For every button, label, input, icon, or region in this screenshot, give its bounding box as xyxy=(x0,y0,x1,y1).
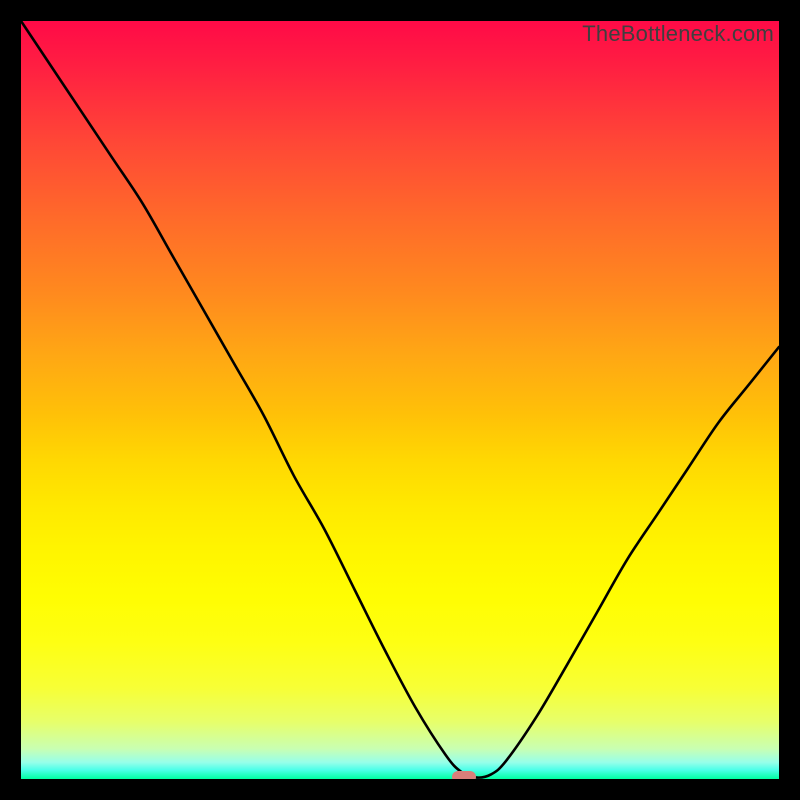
chart-outer-frame: TheBottleneck.com xyxy=(0,0,800,800)
bottleneck-curve xyxy=(21,21,779,779)
plot-area: TheBottleneck.com xyxy=(21,21,779,779)
minimum-marker xyxy=(452,771,476,779)
